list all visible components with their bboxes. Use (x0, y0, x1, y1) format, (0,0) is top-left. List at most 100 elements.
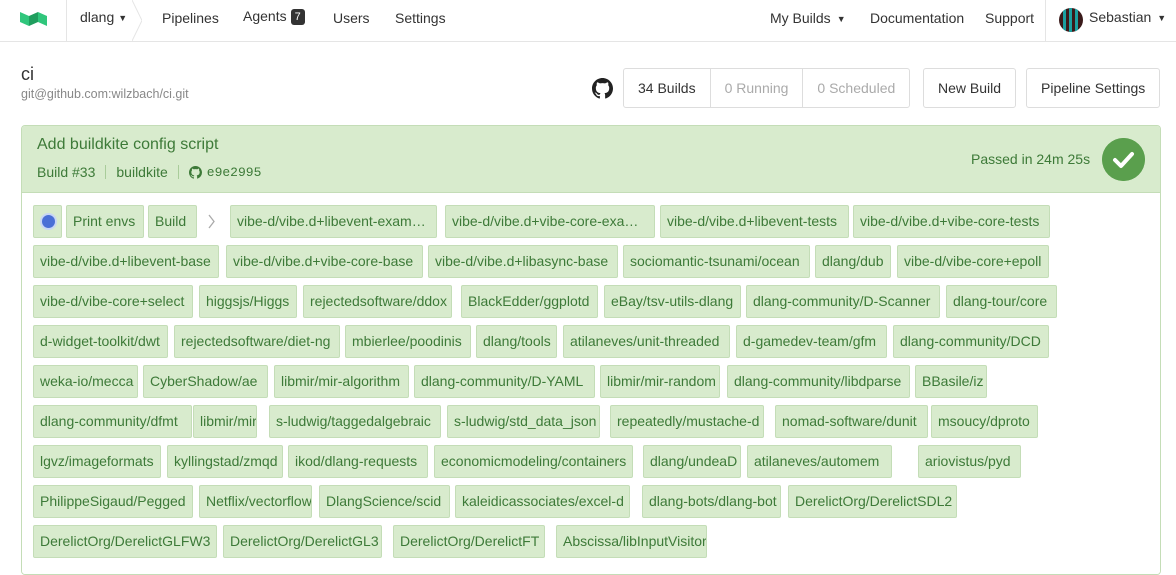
my-builds-label: My Builds (770, 10, 831, 26)
nav-divider (66, 0, 67, 41)
job-step[interactable]: ikod/dlang-requests (288, 445, 428, 478)
github-icon[interactable] (592, 78, 613, 99)
build-header: Add buildkite config script Build #33 bu… (22, 126, 1160, 193)
build-counts-group: 34 Builds 0 Running 0 Scheduled (623, 68, 911, 108)
job-step[interactable]: vibe-d/vibe.d+libevent-tests (660, 205, 849, 238)
job-step[interactable]: dlang/dub (815, 245, 891, 278)
pipeline-settings-button[interactable]: Pipeline Settings (1026, 68, 1161, 108)
job-step[interactable]: PhilippeSigaud/Pegged (33, 485, 193, 518)
job-step[interactable]: BBasile/iz (915, 365, 987, 398)
job-step[interactable]: economicmodeling/containers (434, 445, 633, 478)
passed-check-icon (1102, 138, 1145, 181)
job-step[interactable]: kaleidicassociates/excel-d (455, 485, 630, 518)
build-title[interactable]: Add buildkite config script (37, 136, 218, 154)
build-branch[interactable]: buildkite (116, 164, 167, 180)
job-step[interactable]: repeatedly/mustache-d (610, 405, 764, 438)
job-step[interactable]: vibe-d/vibe.d+vibe-core-base (226, 245, 423, 278)
running-count-button[interactable]: 0 Running (711, 69, 804, 107)
nav-settings[interactable]: Settings (395, 10, 446, 26)
job-step[interactable]: vibe-d/vibe.d+libevent-base (33, 245, 219, 278)
job-step[interactable]: s-ludwig/taggedalgebraic (269, 405, 441, 438)
org-switcher[interactable]: dlang ▼ (80, 9, 127, 25)
job-step[interactable]: dlang-community/libdparse (727, 365, 910, 398)
pipeline-repo: git@github.com:wilzbach/ci.git (21, 87, 189, 101)
job-step[interactable]: Print envs (66, 205, 144, 238)
nav-pipelines[interactable]: Pipelines (162, 10, 219, 26)
meta-divider (105, 165, 107, 179)
job-step[interactable]: vibe-d/vibe-core+epoll (897, 245, 1049, 278)
job-step[interactable]: DlangScience/scid (319, 485, 450, 518)
job-step[interactable]: vibe-d/vibe-core+select (33, 285, 193, 318)
nav-users[interactable]: Users (333, 10, 370, 26)
meta-divider (177, 165, 179, 179)
job-step[interactable]: lgvz/imageformats (33, 445, 161, 478)
job-step[interactable]: Netflix/vectorflow (199, 485, 312, 518)
job-step[interactable]: DerelictOrg/DerelictGL3 (223, 525, 382, 558)
job-step[interactable]: higgsjs/Higgs (199, 285, 297, 318)
agents-count-badge: 7 (290, 9, 305, 25)
user-menu[interactable]: Sebastian ▼ (1089, 9, 1166, 25)
pipeline-upload-icon (40, 213, 57, 230)
caret-down-icon: ▼ (118, 13, 128, 23)
jobs-area: Print envs Build vibe-d/vibe.d+libevent-ex… (22, 194, 1160, 574)
breadcrumb-chevron-icon (132, 0, 142, 41)
build-meta: Build #33 buildkite e9e2995 (37, 164, 261, 180)
user-avatar[interactable] (1059, 8, 1083, 32)
job-step[interactable]: mbierlee/poodinis (345, 325, 471, 358)
job-step[interactable]: dlang/tools (476, 325, 557, 358)
job-step[interactable]: Build (148, 205, 197, 238)
job-step[interactable]: vibe-d/vibe.d+libasync-base (428, 245, 618, 278)
job-step[interactable]: dlang/undeaD (643, 445, 741, 478)
builds-count-button[interactable]: 34 Builds (624, 69, 711, 107)
job-step[interactable]: atilaneves/unit-threaded (563, 325, 730, 358)
top-nav: dlang ▼ Pipelines Agents 7 Users Settings … (0, 0, 1176, 42)
job-step[interactable]: DerelictOrg/DerelictGLFW3 (33, 525, 217, 558)
job-step[interactable]: DerelictOrg/DerelictSDL2 (788, 485, 957, 518)
job-step[interactable]: vibe-d/vibe.d+vibe-core-tests (853, 205, 1050, 238)
new-build-button[interactable]: New Build (923, 68, 1017, 108)
github-icon (188, 165, 202, 179)
job-step[interactable]: dlang-community/D-Scanner (746, 285, 940, 318)
job-step[interactable]: libmir/mir-random (600, 365, 720, 398)
job-step[interactable]: dlang-tour/core (946, 285, 1057, 318)
job-step[interactable]: rejectedsoftware/diet-ng (174, 325, 340, 358)
job-step[interactable]: vibe-d/vibe.d+vibe-core-exa… (445, 205, 655, 238)
job-step[interactable]: d-gamedev-team/gfm (736, 325, 887, 358)
user-name: Sebastian (1089, 9, 1152, 25)
job-step[interactable]: dlang-community/D-YAML (414, 365, 595, 398)
nav-divider (1045, 0, 1046, 41)
nav-my-builds[interactable]: My Builds ▼ (770, 10, 846, 26)
job-step[interactable]: atilaneves/automem (747, 445, 892, 478)
job-step[interactable]: DerelictOrg/DerelictFT (393, 525, 545, 558)
job-step[interactable]: Abscissa/libInputVisitor (556, 525, 707, 558)
job-emoji-step[interactable] (33, 205, 62, 238)
job-step[interactable]: ariovistus/pyd (918, 445, 1021, 478)
job-step[interactable]: nomad-software/dunit (775, 405, 928, 438)
job-step[interactable]: BlackEdder/ggplotd (461, 285, 598, 318)
scheduled-count-button[interactable]: 0 Scheduled (803, 69, 909, 107)
job-step[interactable]: eBay/tsv-utils-dlang (604, 285, 741, 318)
job-step[interactable]: kyllingstad/zmqd (167, 445, 283, 478)
job-step[interactable]: d-widget-toolkit/dwt (33, 325, 168, 358)
job-step[interactable]: msoucy/dproto (931, 405, 1038, 438)
job-step[interactable]: dlang-community/dfmt (33, 405, 192, 438)
job-step[interactable]: rejectedsoftware/ddox (303, 285, 452, 318)
caret-down-icon: ▼ (1157, 13, 1167, 23)
job-step[interactable]: sociomantic-tsunami/ocean (623, 245, 810, 278)
nav-documentation[interactable]: Documentation (870, 10, 964, 26)
nav-agents[interactable]: Agents 7 (243, 8, 305, 25)
job-step[interactable]: vibe-d/vibe.d+libevent-exam… (230, 205, 437, 238)
job-step[interactable]: libmir/mir-algorithm (274, 365, 409, 398)
pipeline-name[interactable]: ci (21, 64, 34, 85)
build-number[interactable]: Build #33 (37, 164, 95, 180)
job-step[interactable]: s-ludwig/std_data_json (447, 405, 600, 438)
job-step[interactable]: libmir/mir (193, 405, 257, 438)
job-step[interactable]: dlang-bots/dlang-bot (642, 485, 781, 518)
job-step[interactable]: dlang-community/DCD (893, 325, 1049, 358)
nav-support[interactable]: Support (985, 10, 1034, 26)
build-commit[interactable]: e9e2995 (207, 165, 262, 180)
build-status: Passed in 24m 25s (971, 151, 1091, 167)
buildkite-logo-icon[interactable] (20, 10, 50, 30)
job-step[interactable]: weka-io/mecca (33, 365, 138, 398)
job-step[interactable]: CyberShadow/ae (143, 365, 268, 398)
